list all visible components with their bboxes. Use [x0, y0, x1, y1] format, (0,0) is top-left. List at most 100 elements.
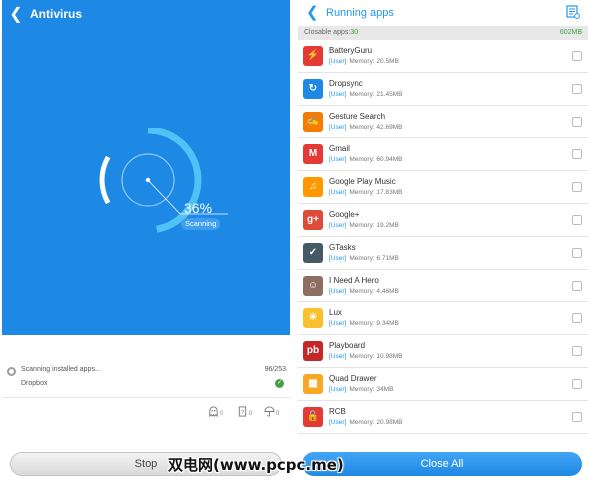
select-checkbox[interactable]	[572, 411, 582, 422]
page-title: Antivirus	[30, 7, 83, 21]
back-icon[interactable]: ❮	[306, 3, 319, 21]
list-item[interactable]: ☀ Lux [User] Memory: 9.34MB	[298, 302, 588, 336]
app-type-tag: [User]	[329, 353, 347, 361]
watermark: 双电网(www.pcpc.me)	[168, 456, 344, 474]
select-checkbox[interactable]	[572, 280, 582, 291]
progress-percent: 36%	[184, 200, 213, 216]
check-ok-icon: ✓	[275, 379, 284, 388]
back-icon[interactable]: ❮	[4, 0, 28, 28]
google-play-music-icon: ♫	[303, 177, 323, 198]
i-need-a-hero-icon: ☺	[303, 275, 323, 296]
app-memory: Memory: 34MB	[349, 385, 394, 393]
suspicious-file-count: 0	[249, 411, 253, 417]
list-item[interactable]: ↻ Dropsync [User] Memory: 21.45MB	[298, 73, 588, 106]
select-checkbox[interactable]	[572, 182, 582, 193]
app-type-tag: [User]	[329, 254, 347, 262]
select-checkbox[interactable]	[572, 149, 582, 160]
list-item[interactable]: ▦ Quad Drawer [User] Memory: 34MB	[298, 368, 588, 401]
select-checkbox[interactable]	[572, 51, 582, 61]
gauge-track	[99, 155, 111, 205]
select-checkbox[interactable]	[572, 214, 582, 225]
antivirus-header: ❮ Antivirus	[2, 0, 290, 28]
app-memory: Memory: 9.34MB	[349, 320, 399, 328]
gmail-icon: M	[303, 144, 323, 165]
select-checkbox[interactable]	[572, 83, 582, 94]
gauge-pointer-line	[147, 179, 181, 215]
current-app-label: Dropbox	[21, 380, 48, 387]
list-item[interactable]: ♫ Google Play Music [User] Memory: 17.83MB	[298, 171, 588, 204]
app-type-tag: [User]	[329, 221, 347, 229]
gesture-search-icon: ✍	[303, 111, 323, 132]
app-type-tag: [User]	[329, 385, 347, 393]
app-type-tag: [User]	[329, 320, 347, 328]
list-item[interactable]: ✓ GTasks [User] Memory: 6.71MB	[298, 237, 588, 270]
privacy-umbrella-icon	[264, 406, 275, 417]
select-checkbox[interactable]	[572, 116, 582, 127]
list-item[interactable]: ⚡ BatteryGuru [User] Memory: 20.5MB	[298, 40, 588, 73]
app-memory: Memory: 4.46MB	[349, 287, 399, 295]
privacy-stat: 0	[264, 405, 279, 417]
quad-drawer-icon: ▦	[303, 373, 323, 394]
app-name: GTasks	[329, 242, 356, 252]
virus-stat: 0	[208, 405, 223, 417]
batteryguru-icon: ⚡	[303, 46, 323, 66]
list-item[interactable]: ☺ I Need A Hero [User] Memory: 4.46MB	[298, 270, 588, 303]
list-item[interactable]: g+ Google+ [User] Memory: 19.2MB	[298, 204, 588, 237]
app-type-tag: [User]	[329, 189, 347, 197]
rcb-icon: 🔓	[303, 406, 323, 427]
app-meta: [User] Memory: 10.98MB	[329, 353, 402, 360]
settings-list-icon[interactable]	[566, 5, 580, 19]
playboard-icon: pb	[303, 341, 323, 362]
app-type-tag: [User]	[329, 90, 347, 98]
app-name: Gesture Search	[329, 111, 386, 121]
closable-label-text: Closable apps:	[304, 29, 351, 36]
app-memory: Memory: 17.83MB	[349, 189, 403, 197]
app-meta: [User] Memory: 19.2MB	[329, 222, 399, 229]
select-checkbox[interactable]	[572, 247, 582, 258]
app-memory: Memory: 19.2MB	[349, 221, 399, 229]
app-memory: Memory: 10.98MB	[349, 353, 403, 361]
app-name: Playboard	[329, 341, 366, 351]
app-type-tag: [User]	[329, 287, 347, 295]
app-name: Lux	[329, 308, 342, 318]
select-checkbox[interactable]	[572, 313, 582, 324]
app-memory: Memory: 6.71MB	[349, 254, 399, 262]
select-checkbox[interactable]	[572, 346, 582, 357]
scan-progress-area: ❮ Antivirus 36% Scanning	[2, 0, 290, 335]
running-apps-header: ❮ Running apps	[298, 0, 588, 26]
app-list: ⚡ BatteryGuru [User] Memory: 20.5MB ↻ Dropsyn…	[298, 40, 588, 434]
scan-status-row: Scanning installed apps... 96/253 Dropbo…	[2, 362, 290, 398]
privacy-count: 0	[276, 411, 280, 417]
app-meta: [User] Memory: 6.71MB	[329, 255, 399, 262]
page-title: Running apps	[326, 7, 394, 19]
app-name: Gmail	[329, 144, 350, 154]
closable-label: Closable apps:30	[304, 26, 358, 40]
list-item[interactable]: 🔓 RCB [User] Memory: 20.98MB	[298, 401, 588, 434]
antivirus-screen: ❮ Antivirus 36% Scanning Scanning instal…	[2, 0, 290, 488]
app-memory: Memory: 20.5MB	[349, 58, 399, 65]
app-meta: [User] Memory: 17.83MB	[329, 189, 402, 196]
closable-summary-bar: Closable apps:30 602MB	[298, 26, 588, 40]
list-item[interactable]: ✍ Gesture Search [User] Memory: 42.69MB	[298, 106, 588, 139]
app-meta: [User] Memory: 4.46MB	[329, 288, 399, 295]
app-name: Quad Drawer	[329, 373, 377, 383]
scan-progress-gauge	[99, 128, 228, 233]
scanning-spinner-icon	[7, 367, 16, 376]
list-item[interactable]: M Gmail [User] Memory: 60.94MB	[298, 138, 588, 172]
list-item[interactable]: pb Playboard [User] Memory: 10.98MB	[298, 335, 588, 368]
total-memory: 602MB	[559, 29, 582, 36]
app-memory: Memory: 21.45MB	[349, 90, 403, 98]
app-meta: [User] Memory: 60.94MB	[329, 156, 402, 163]
app-name: Google+	[329, 209, 360, 219]
select-checkbox[interactable]	[572, 378, 582, 389]
closable-count: 30	[350, 29, 359, 36]
app-meta: [User] Memory: 42.69MB	[329, 124, 402, 131]
app-name: BatteryGuru	[329, 46, 373, 55]
scan-status-label: Scanning installed apps...	[21, 366, 101, 373]
app-meta: [User] Memory: 20.98MB	[329, 419, 402, 426]
app-name: Dropsync	[329, 78, 363, 88]
suspicious-file-icon: ?	[238, 406, 247, 417]
suspicious-file-stat: ? 0	[237, 405, 252, 417]
dropsync-icon: ↻	[303, 78, 323, 99]
running-apps-screen: ❮ Running apps Closable apps:30 602MB ⚡ B…	[298, 0, 588, 488]
